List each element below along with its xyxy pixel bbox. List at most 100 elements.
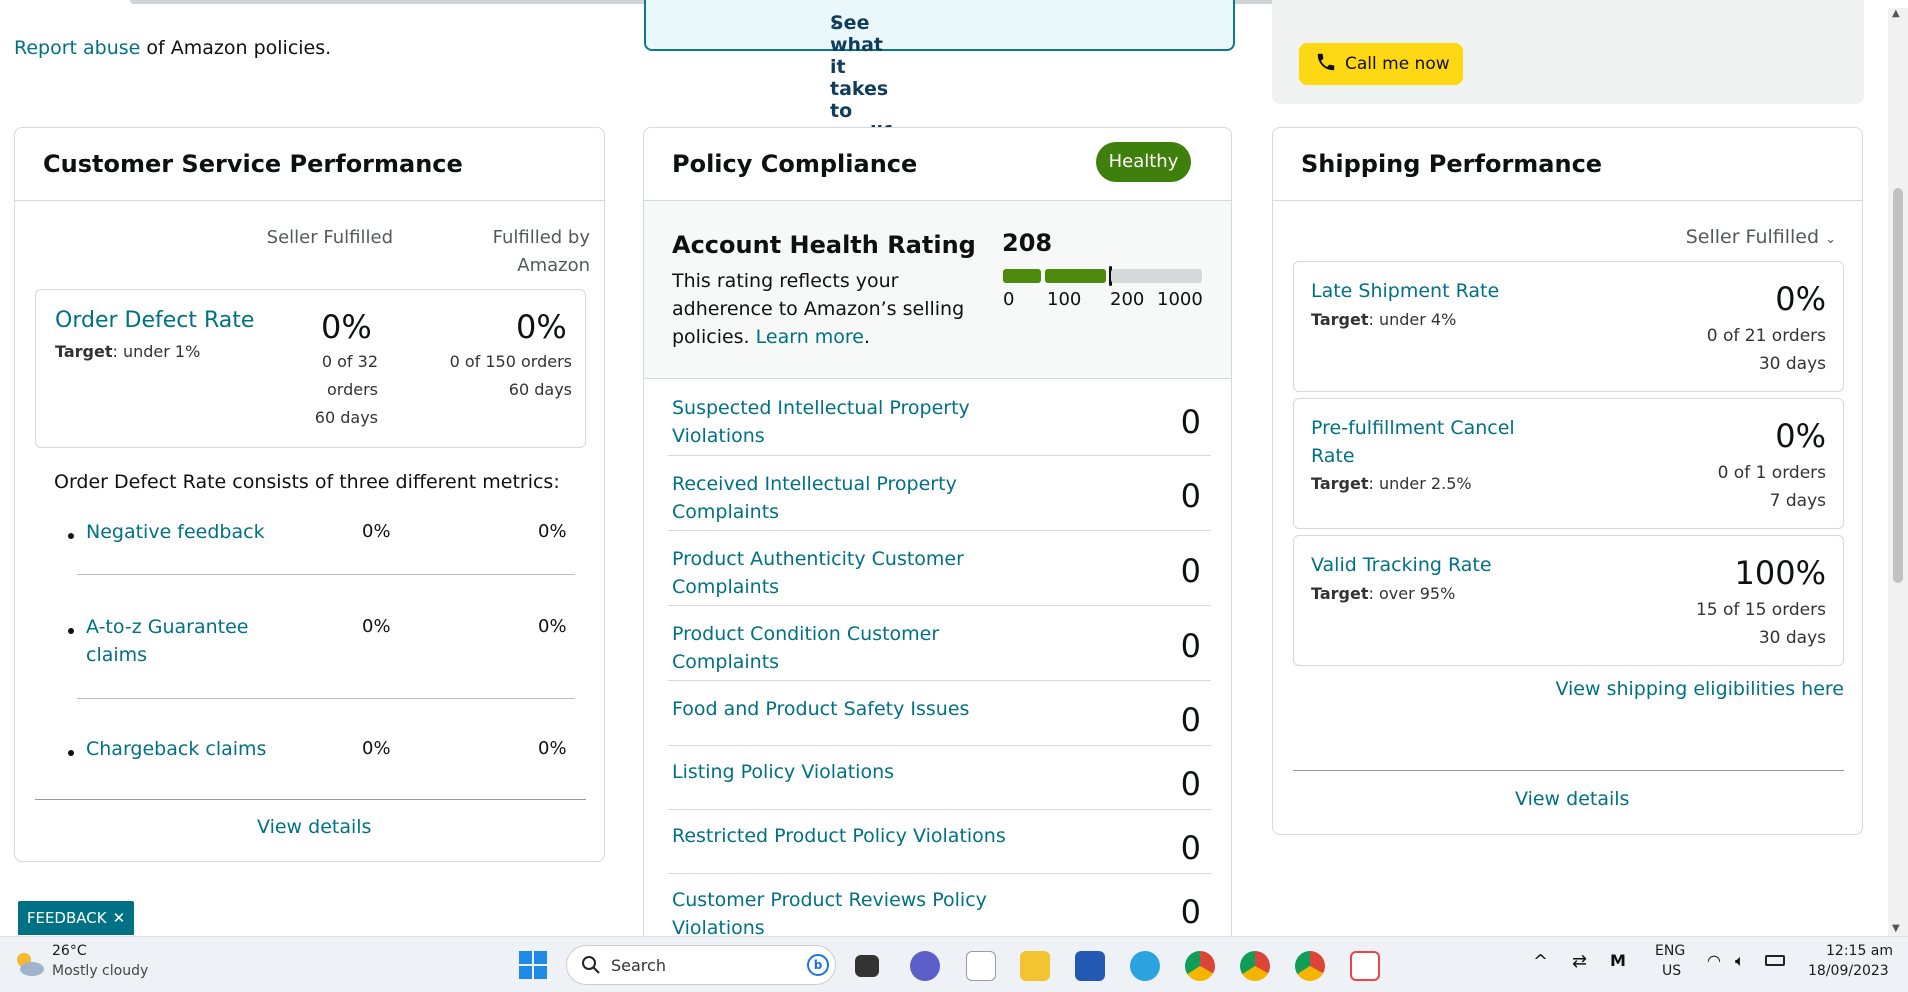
scrollbar-thumb[interactable] xyxy=(1893,188,1903,583)
odr-target: Target: under 1% xyxy=(55,342,200,361)
late-shipment-link[interactable]: Late Shipment Rate xyxy=(1311,277,1499,305)
policy-row-label-1: Product Condition Customer xyxy=(672,623,940,645)
odr-fba-sub-2: 60 days xyxy=(508,380,572,399)
policy-row-label[interactable]: Suspected Intellectual Property Violation… xyxy=(672,394,970,450)
scroll-down-icon[interactable]: ▼ xyxy=(1892,923,1900,934)
policy-row-value: 0 xyxy=(1180,403,1201,441)
sub-orders: 15 of 15 orders xyxy=(1695,600,1826,620)
odr-seller-sub-3: 60 days xyxy=(314,408,378,427)
policy-row-label[interactable]: Customer Product Reviews Policy Violation… xyxy=(672,886,987,942)
ahr-description: This rating reflects your adherence to A… xyxy=(672,267,972,351)
policy-row-value: 0 xyxy=(1180,893,1201,931)
late-shipment-sub: 0 of 21 orders 30 days xyxy=(1707,322,1826,378)
odr-target-value: : under 1% xyxy=(112,342,201,361)
close-icon[interactable]: ✕ xyxy=(113,909,126,927)
telegram-icon[interactable] xyxy=(1130,951,1160,981)
feedback-tab[interactable]: FEEDBACK ✕ xyxy=(18,901,134,935)
windows-start-icon[interactable] xyxy=(518,950,548,985)
shipping-title: Shipping Performance xyxy=(1301,150,1603,178)
clock-date[interactable]: 18/09/2023 xyxy=(1808,963,1889,979)
cs-view-details-link[interactable]: View details xyxy=(257,816,371,838)
policy-row[interactable]: Food and Product Safety Issues 0 xyxy=(668,681,1211,746)
order-defect-rate-link[interactable]: Order Defect Rate xyxy=(55,308,254,333)
metric-divider xyxy=(77,698,575,699)
policy-row-label[interactable]: Received Intellectual Property Complaints xyxy=(672,470,957,526)
store-icon[interactable] xyxy=(1075,951,1105,981)
file-explorer-icon[interactable] xyxy=(1020,951,1050,981)
policy-row[interactable]: Listing Policy Violations 0 xyxy=(668,746,1211,810)
scroll-up-icon[interactable]: ▲ xyxy=(1892,8,1900,19)
sub-orders: 0 of 1 orders xyxy=(1717,463,1826,483)
name-line2: Rate xyxy=(1311,445,1355,467)
valid-tracking-link[interactable]: Valid Tracking Rate xyxy=(1311,551,1492,579)
customer-service-card: Customer Service Performance Seller Fulf… xyxy=(14,127,605,862)
negative-feedback-fba: 0% xyxy=(538,521,567,542)
snipping-tool-icon[interactable] xyxy=(1350,951,1380,981)
search-placeholder: Search xyxy=(611,956,666,975)
clock-time[interactable]: 12:15 am xyxy=(1826,943,1893,959)
windows-taskbar: 26°C Mostly cloudy Search b ^ ⇄ M ENG US… xyxy=(0,936,1908,992)
policy-row-label-2: Violations xyxy=(672,425,765,447)
app-tray-icon[interactable]: M xyxy=(1610,951,1626,970)
account-health-rating-panel: Account Health Rating This rating reflec… xyxy=(644,201,1231,379)
chat-icon[interactable] xyxy=(910,951,940,981)
policy-row-label[interactable]: Product Condition Customer Complaints xyxy=(672,620,939,676)
language-code[interactable]: ENG xyxy=(1655,943,1685,959)
atoz-claims-link[interactable]: A-to-z Guarantee claims xyxy=(86,613,248,669)
call-me-now-label: Call me now xyxy=(1345,54,1450,74)
battery-icon[interactable] xyxy=(1765,955,1785,966)
chrome-icon[interactable] xyxy=(1185,951,1215,981)
policy-row-value: 0 xyxy=(1180,477,1201,515)
volume-icon[interactable]: 🔈︎ xyxy=(1735,951,1745,971)
rating-tick-1000: 1000 xyxy=(1157,289,1203,310)
prefulfillment-pct: 0% xyxy=(1775,417,1826,455)
policy-row[interactable]: Suspected Intellectual Property Violation… xyxy=(668,380,1211,456)
shipping-eligibilities-link[interactable]: View shipping eligibilities here xyxy=(1555,678,1844,700)
prefulfillment-cancel-link[interactable]: Pre-fulfillment Cancel Rate xyxy=(1311,414,1515,470)
atoz-claims-seller: 0% xyxy=(362,616,391,637)
valid-tracking-sub: 15 of 15 orders 30 days xyxy=(1696,596,1826,652)
sub-days: 30 days xyxy=(1758,628,1826,648)
language-region[interactable]: US xyxy=(1662,963,1681,979)
weather-icon[interactable] xyxy=(12,949,46,984)
negative-feedback-link[interactable]: Negative feedback xyxy=(86,518,265,546)
atoz-claims-line1: A-to-z Guarantee xyxy=(86,616,249,638)
odr-seller-sub-2: orders xyxy=(327,380,378,399)
report-abuse-link[interactable]: Report abuse xyxy=(14,37,140,59)
chevron-up-icon[interactable]: ^ xyxy=(1533,951,1548,972)
metrics-intro: Order Defect Rate consists of three diff… xyxy=(54,471,560,493)
valid-tracking-pct: 100% xyxy=(1734,554,1826,592)
bullet xyxy=(68,628,74,634)
policy-row-label[interactable]: Product Authenticity Customer Complaints xyxy=(672,545,964,601)
qualify-banner[interactable]: See what it takes to qualify › xyxy=(644,0,1235,144)
bing-icon[interactable]: b xyxy=(807,954,829,976)
wifi-icon[interactable]: ◠ xyxy=(1707,951,1721,970)
policy-row-label[interactable]: Restricted Product Policy Violations xyxy=(672,822,1006,850)
mail-app-icon[interactable] xyxy=(966,951,996,981)
policy-row[interactable]: Product Authenticity Customer Complaints … xyxy=(668,531,1211,606)
call-me-now-button[interactable]: Call me now xyxy=(1299,43,1463,85)
chrome-profile-i-icon[interactable] xyxy=(1295,951,1325,981)
policy-row-value: 0 xyxy=(1180,552,1201,590)
policy-row[interactable]: Product Condition Customer Complaints 0 xyxy=(668,606,1211,681)
learn-more-link[interactable]: Learn more xyxy=(756,326,864,348)
task-view-icon[interactable] xyxy=(855,955,879,977)
odr-fba-pct: 0% xyxy=(516,308,567,346)
shipping-view-details-link[interactable]: View details xyxy=(1515,788,1629,810)
page-scrollbar[interactable]: ▲ ▼ xyxy=(1888,8,1908,936)
policy-row-label[interactable]: Food and Product Safety Issues xyxy=(672,695,969,723)
rating-bar-segment-1 xyxy=(1003,269,1041,283)
shipping-filter-dropdown[interactable]: Seller Fulfilled ⌄ xyxy=(1686,226,1836,248)
taskbar-search[interactable]: Search b xyxy=(566,945,836,985)
rating-bar-segment-3 xyxy=(1111,269,1202,283)
policy-row[interactable]: Received Intellectual Property Complaints… xyxy=(668,456,1211,531)
network-toggle-icon[interactable]: ⇄ xyxy=(1572,951,1587,972)
sub-orders: 0 of 21 orders xyxy=(1706,326,1826,346)
odr-fba-sub-1: 0 of 150 orders xyxy=(449,352,572,371)
chrome-profile-k-icon[interactable] xyxy=(1240,951,1270,981)
policy-row[interactable]: Restricted Product Policy Violations 0 xyxy=(668,810,1211,874)
policy-row-label[interactable]: Listing Policy Violations xyxy=(672,758,894,786)
phone-icon xyxy=(1315,51,1337,78)
chargeback-claims-link[interactable]: Chargeback claims xyxy=(86,735,266,763)
metric-divider xyxy=(77,574,575,575)
